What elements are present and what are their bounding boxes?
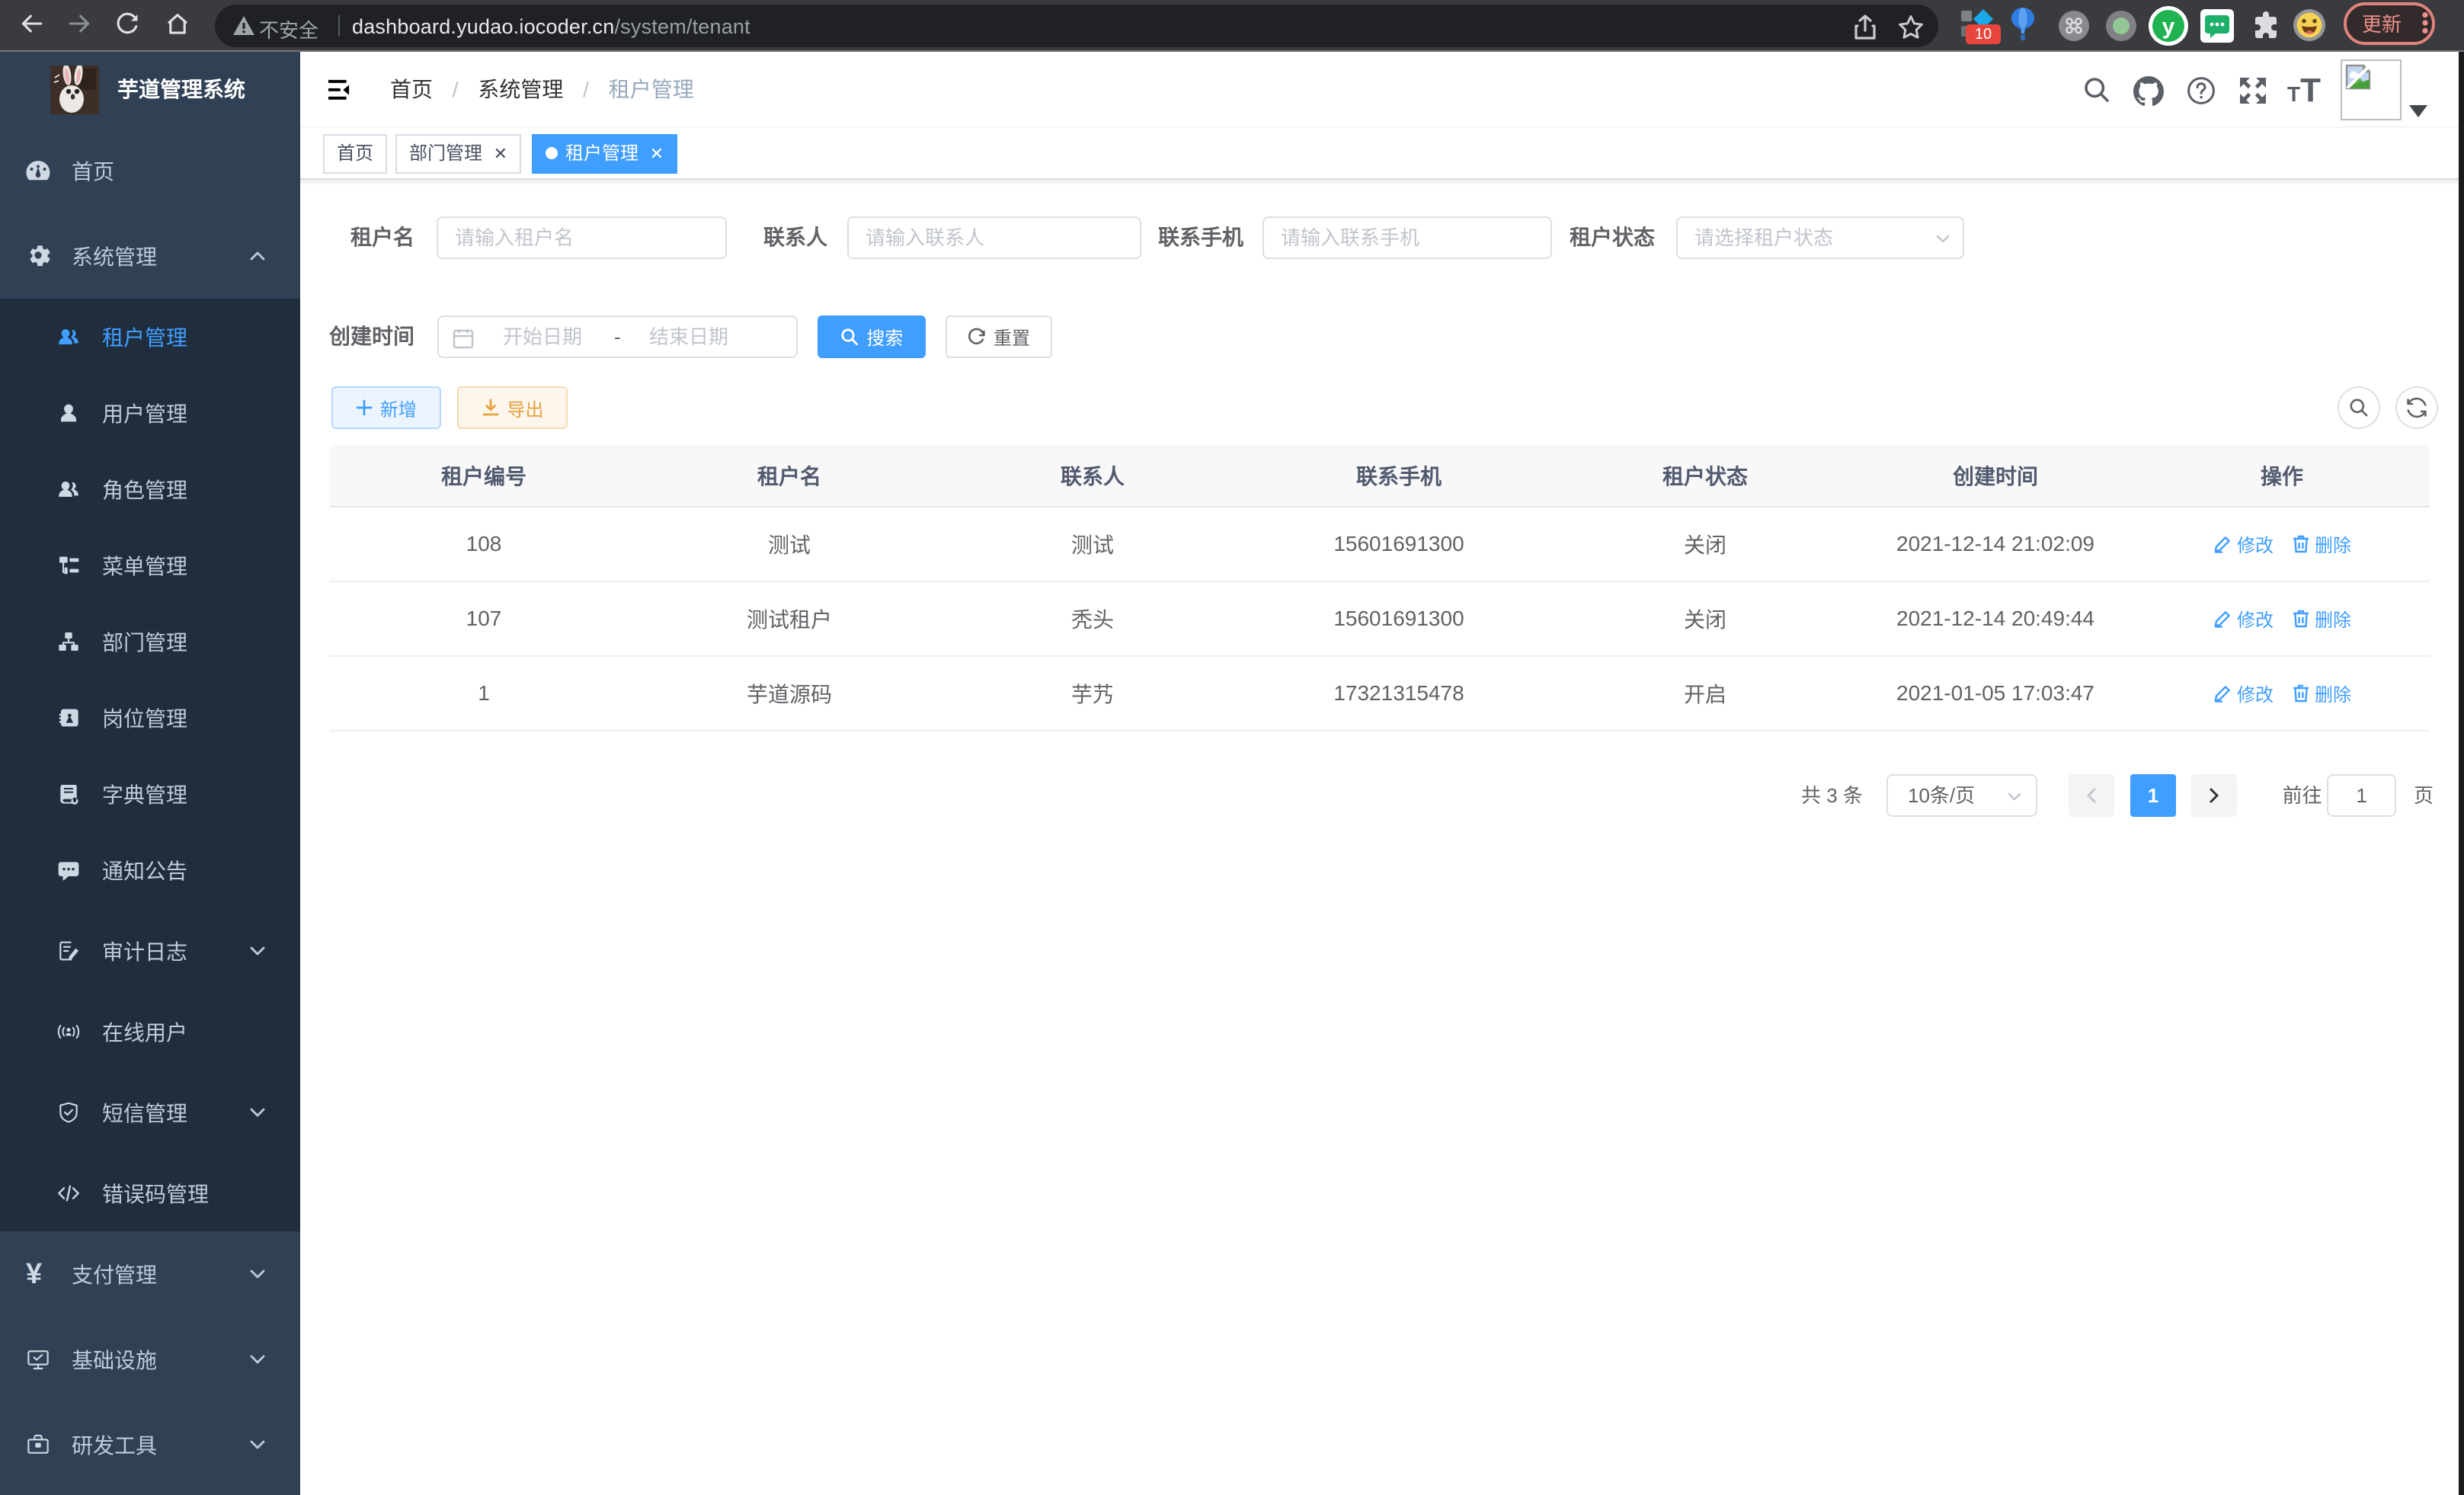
svg-text:y: y bbox=[2162, 14, 2175, 39]
